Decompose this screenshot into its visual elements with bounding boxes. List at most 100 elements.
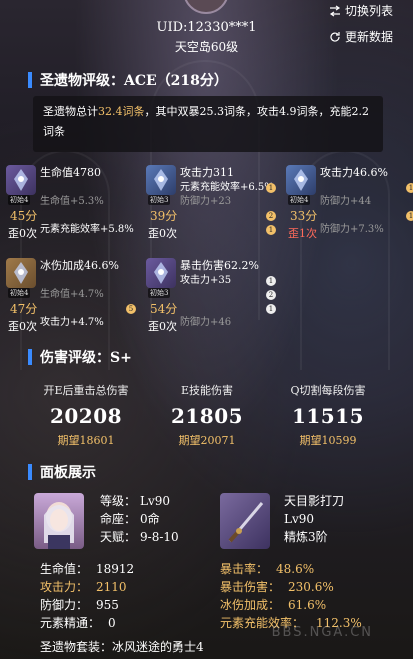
artifact-stats: 冰伤加成46.6% 生命值+4.7% 5 攻击力+4.7% xyxy=(40,258,136,330)
artifact-sub-stat xyxy=(40,181,136,195)
artifact-sub-text: 攻击力+4.7% xyxy=(40,317,104,328)
artifact-score: 39分 xyxy=(150,209,178,223)
stat-value: 61.6% xyxy=(288,598,327,612)
artifact-main-stat: 冰伤加成46.6% xyxy=(40,259,119,272)
artifact-glyph-icon xyxy=(294,169,308,191)
character-portrait-icon xyxy=(44,502,74,549)
damage-rating-text: 伤害评级：S+ xyxy=(40,350,132,366)
artifact-score: 45分 xyxy=(10,209,38,223)
constellation-key: 命座： xyxy=(100,512,137,526)
artifact-glyph-icon xyxy=(154,169,168,191)
stat-row: 暴击率： 48.6% xyxy=(220,560,362,578)
artifact-init: 初始4 xyxy=(8,288,31,298)
artifact-sub-text: 生命值+5.3% xyxy=(40,196,104,207)
artifact-sub-stat: 5 xyxy=(40,302,136,316)
update-data-label: 更新数据 xyxy=(344,30,393,44)
artifact-grade: 歪1次 xyxy=(288,227,317,240)
artifact-rating-title: 圣遗物评级：ACE（218分） xyxy=(28,70,228,90)
level-key: 等级： xyxy=(100,494,137,508)
damage-label: E技能伤害 xyxy=(180,384,234,397)
artifact-main-stat: 生命值4780 xyxy=(40,166,101,179)
upgrade-count-badge: 1 xyxy=(406,183,413,193)
damage-expect: 期望18601 xyxy=(57,434,115,447)
artifact-card: 初始3 39分 歪0次 攻击力311 元素充能效率+6.5% 1 防御力+23 2 1 xyxy=(144,165,276,247)
upgrade-count-badge: 2 xyxy=(266,211,276,221)
artifact-grade: 歪0次 xyxy=(8,227,37,240)
weapon-info: 天目影打刀 Lv90 精炼3阶 xyxy=(284,492,344,546)
sword-icon xyxy=(228,502,264,543)
stat-value: 0 xyxy=(108,616,116,630)
stat-value: 230.6% xyxy=(288,580,334,594)
damage-value: 21805 xyxy=(170,404,244,428)
artifact-card: 初始4 45分歪0次 生命值4780 生命值+5.3% 元素充能效率+5.8% xyxy=(4,165,136,247)
sands-icon xyxy=(286,165,316,195)
avatar xyxy=(183,0,229,14)
artifact-init: 初始3 xyxy=(148,195,171,205)
artifact-grade: 歪0次 xyxy=(148,227,177,240)
artifact-sub-text: 防御力+44 xyxy=(320,196,372,207)
damage-expect: 期望20071 xyxy=(178,434,236,447)
artifact-glyph-icon xyxy=(14,169,28,191)
stat-row: 防御力： 955 xyxy=(40,596,134,614)
upgrade-count-badge: 2 xyxy=(266,290,276,300)
damage-col-skill: E技能伤害 21805 期望20071 xyxy=(147,382,267,448)
stat-key: 防御力： xyxy=(40,598,89,612)
artifact-score: 47分 xyxy=(10,302,38,316)
weapon-icon xyxy=(220,493,270,549)
stats-left: 生命值： 18912 攻击力： 2110 防御力： 955 元素精通： 0 xyxy=(40,560,134,632)
stat-key: 攻击力： xyxy=(40,580,89,594)
artifact-stats: 攻击力46.6% 1 防御力+44 1 防御力+7.3% xyxy=(320,165,413,237)
stat-row: 生命值： 18912 xyxy=(40,560,134,578)
artifact-stats: 攻击力311 元素充能效率+6.5% 1 防御力+23 2 1 xyxy=(180,165,276,237)
artifact-card: 初始3 54分 歪0次 暴击伤害62.2% 攻击力+35 1 2 1 防御力+46 xyxy=(144,258,276,340)
artifact-sub-text: 元素充能效率+5.8% xyxy=(40,224,134,235)
artifact-stats: 生命值4780 生命值+5.3% 元素充能效率+5.8% xyxy=(40,165,136,237)
panel-title: 面板展示 xyxy=(28,462,96,482)
talent-key: 天赋： xyxy=(100,530,137,544)
artifact-grade: 歪0次 xyxy=(148,320,177,333)
artifact-main-stat: 攻击力46.6% xyxy=(320,166,388,179)
artifact-glyph-icon xyxy=(14,262,28,284)
damage-rating-title: 伤害评级：S+ xyxy=(28,347,132,367)
artifact-init: 初始4 xyxy=(8,195,31,205)
switch-list-button[interactable]: 切换列表 xyxy=(329,2,393,19)
artifact-stats: 暴击伤害62.2% 攻击力+35 1 2 1 防御力+46 xyxy=(180,258,276,330)
artifact-sub-text: 防御力+23 xyxy=(180,196,232,207)
damage-label: Q切割每段伤害 xyxy=(290,384,366,397)
stat-row: 元素精通： 0 xyxy=(40,614,134,632)
artifact-set: 圣遗物套装：冰风迷途的勇士4 xyxy=(40,640,204,654)
artifact-sub-stat: 生命值+4.7% xyxy=(40,288,136,302)
stats-right: 暴击率： 48.6% 暴击伤害： 230.6% 冰伤加成： 61.6% 元素充能效率：… xyxy=(220,560,362,632)
summary-total: 32.4词条 xyxy=(98,105,145,118)
character-portrait xyxy=(34,493,84,549)
damage-value: 20208 xyxy=(49,404,123,428)
switch-list-label: 切换列表 xyxy=(344,4,393,18)
artifact-score: 54分 xyxy=(150,302,178,316)
stat-row: 暴击伤害： 230.6% xyxy=(220,578,362,596)
talent-value: 9-8-10 xyxy=(140,530,179,544)
flower-icon xyxy=(6,165,36,195)
switch-icon xyxy=(329,5,341,16)
stat-key: 暴击率： xyxy=(220,562,269,576)
goblet-icon xyxy=(6,258,36,288)
artifact-main-stat: 暴击伤害62.2% xyxy=(180,259,259,272)
upgrade-count-badge: 1 xyxy=(266,225,276,235)
constellation-value: 0命 xyxy=(140,512,160,526)
artifact-sub-stat: 1 xyxy=(180,223,276,237)
damage-expect: 期望10599 xyxy=(299,434,357,447)
watermark: BBS.NGA.CN xyxy=(271,625,373,640)
stat-key: 暴击伤害： xyxy=(220,580,281,594)
damage-label: 开E后重击总伤害 xyxy=(43,384,129,397)
artifact-sub-text: 防御力+46 xyxy=(180,317,232,328)
artifact-sub-stat xyxy=(40,209,136,223)
section-bar xyxy=(28,72,32,88)
feather-icon xyxy=(146,165,176,195)
artifact-sub-text: 元素充能效率+6.5% xyxy=(180,182,274,193)
artifact-summary: 圣遗物总计32.4词条，其中双暴25.3词条，攻击4.9词条，充能2.2词条 xyxy=(33,96,383,152)
artifact-sub-stat: 防御力+46 xyxy=(180,316,276,330)
update-data-button[interactable]: 更新数据 xyxy=(329,28,393,45)
header: UID:12330***1 天空岛60级 切换列表 更新数据 xyxy=(0,0,413,60)
artifact-sub-stat: 1 xyxy=(320,181,413,195)
artifact-grade: 歪0次 xyxy=(8,320,37,333)
artifact-sub-stat: 防御力+44 xyxy=(320,195,413,209)
